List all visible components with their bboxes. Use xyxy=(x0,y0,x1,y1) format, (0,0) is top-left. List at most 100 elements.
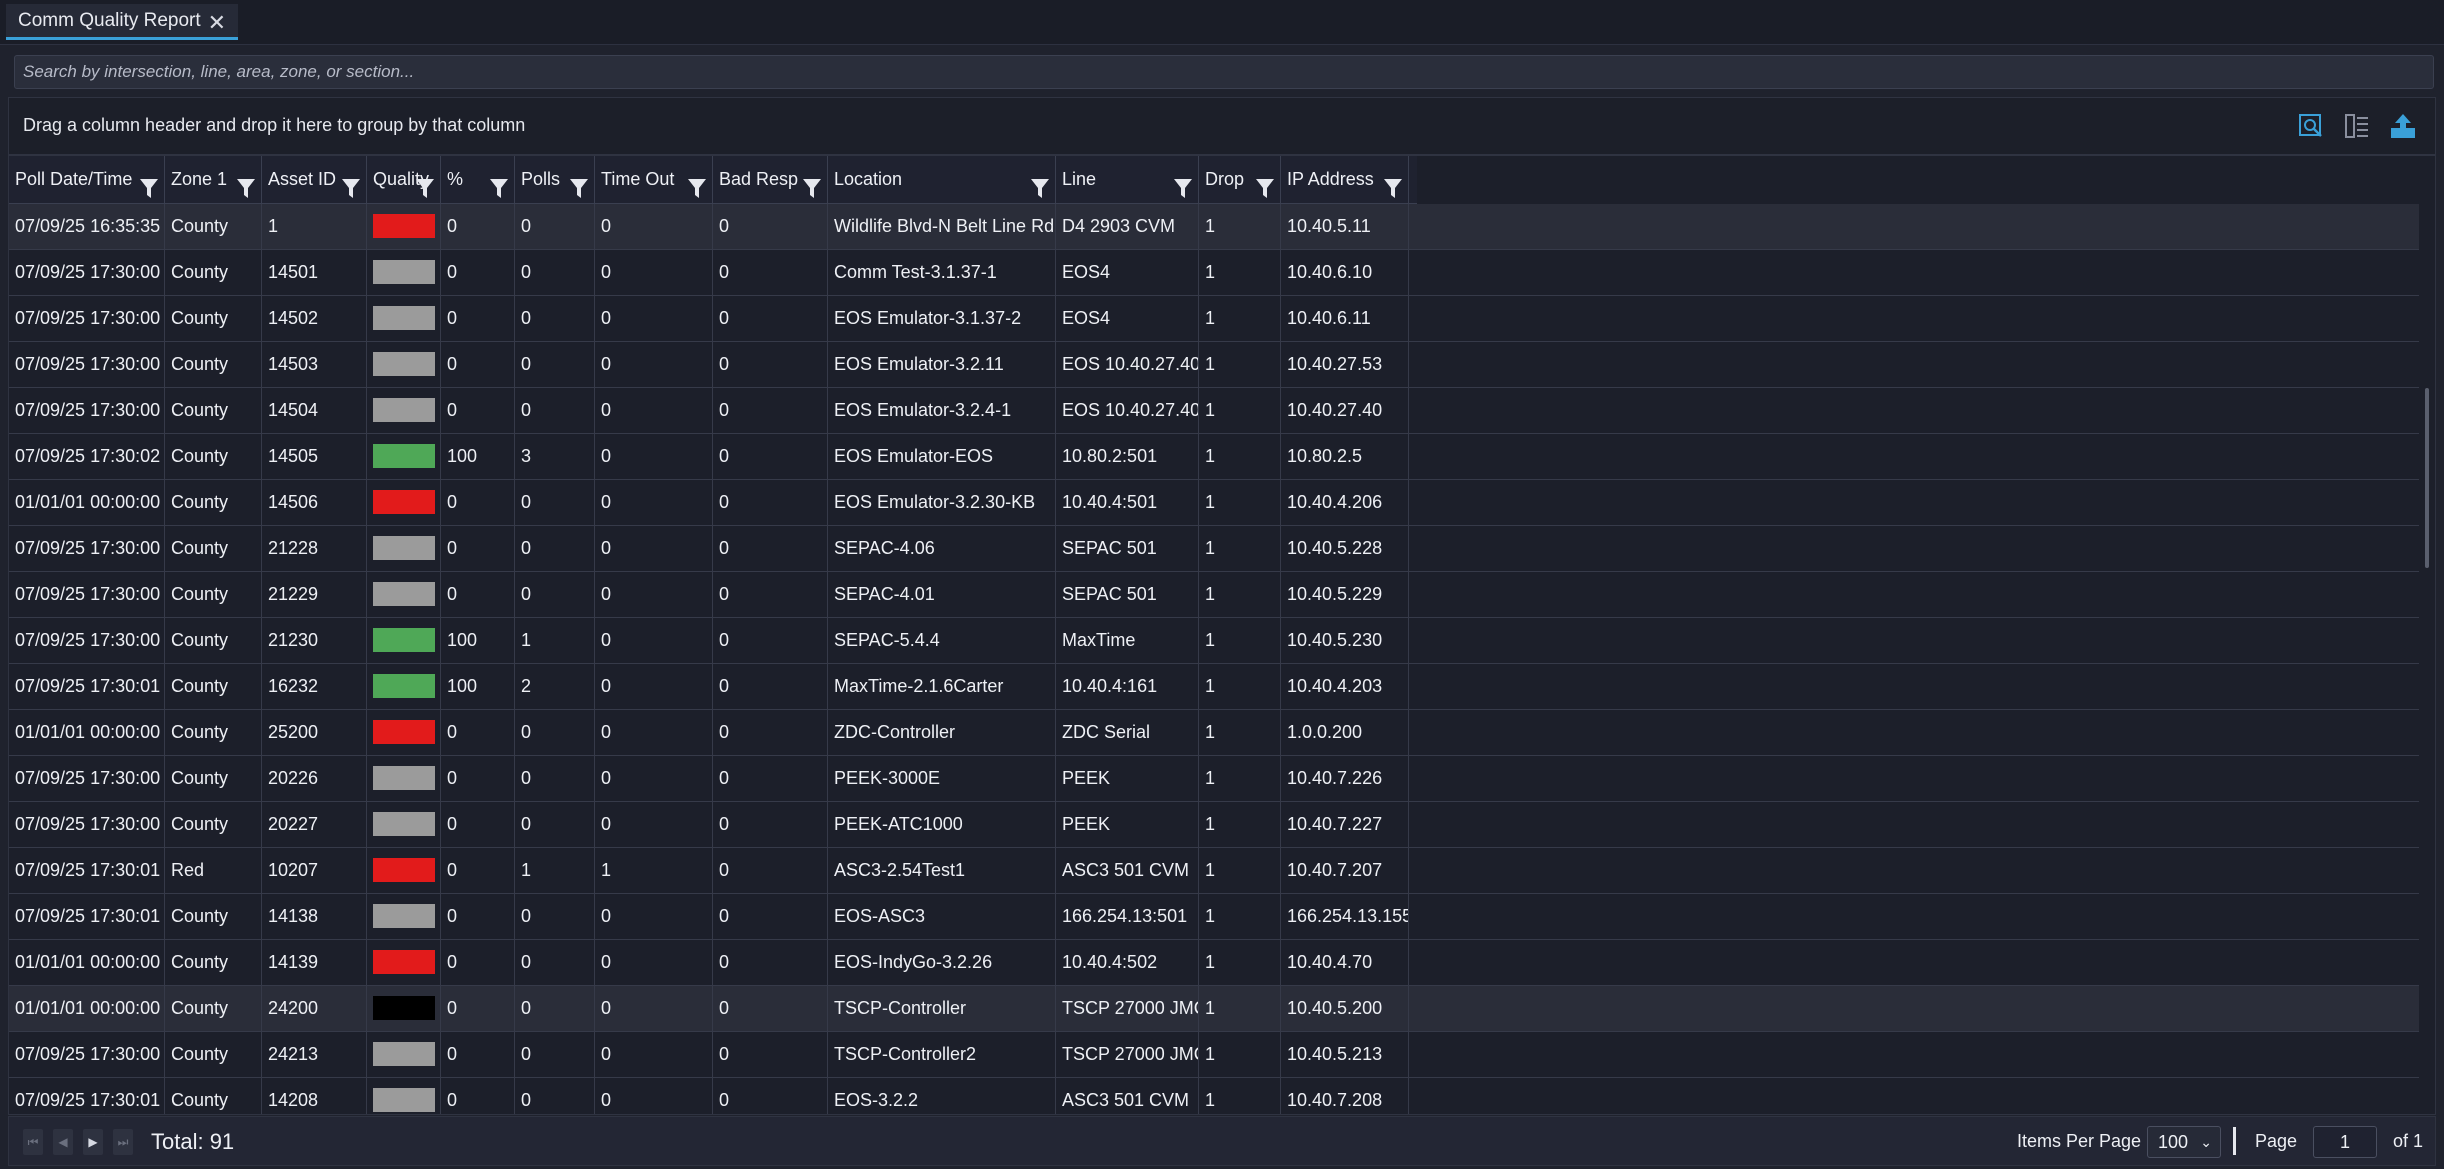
table-row[interactable]: 07/09/25 17:30:00 County 14501 0 0 0 0 Comm Tes… xyxy=(9,250,2419,296)
column-header-label: Poll Date/Time xyxy=(15,169,133,189)
table-row[interactable]: 07/09/25 17:30:02 County 14505 100 3 0 0 EOS Em… xyxy=(9,434,2419,480)
filter-icon[interactable] xyxy=(1031,170,1049,198)
table-row[interactable]: 07/09/25 17:30:01 County 14208 0 0 0 0 EOS-3.2.… xyxy=(9,1078,2419,1114)
table-row[interactable]: 07/09/25 17:30:00 County 24213 0 0 0 0 TSCP-Con… xyxy=(9,1032,2419,1078)
ip-address-cell: 10.40.5.213 xyxy=(1281,1032,1409,1077)
column-header-time-out[interactable]: Time Out xyxy=(595,156,713,203)
column-header-zone-1[interactable]: Zone 1 xyxy=(165,156,262,203)
quality-indicator xyxy=(373,213,435,238)
column-header-asset-id[interactable]: Asset ID xyxy=(262,156,367,203)
table-row[interactable]: 01/01/01 00:00:00 County 25200 0 0 0 0 ZDC-Cont… xyxy=(9,710,2419,756)
table-row[interactable]: 07/09/25 17:30:00 County 14504 0 0 0 0 EOS Emul… xyxy=(9,388,2419,434)
bad-resp-cell: 0 xyxy=(713,1078,828,1114)
last-page-button[interactable]: ⏭ xyxy=(113,1129,133,1155)
row-filler xyxy=(1409,204,2419,249)
table-row[interactable]: 07/09/25 17:30:01 County 14138 0 0 0 0 EOS-ASC3… xyxy=(9,894,2419,940)
poll-date-time-cell: 07/09/25 17:30:00 xyxy=(9,618,165,663)
polls-cell: 2 xyxy=(515,664,595,709)
location-cell: EOS Emulator-3.2.11 xyxy=(828,342,1056,387)
column-chooser-icon[interactable] xyxy=(2343,112,2371,140)
column-header-label: Asset ID xyxy=(268,169,337,189)
poll-date-time-cell: 07/09/25 17:30:00 xyxy=(9,756,165,801)
group-by-panel[interactable]: Drag a column header and drop it here to… xyxy=(8,97,2436,155)
table-row[interactable]: 01/01/01 00:00:00 County 14506 0 0 0 0 EOS Emul… xyxy=(9,480,2419,526)
zone-1-cell: County xyxy=(165,388,262,433)
column-header-ip-address[interactable]: IP Address xyxy=(1281,156,1409,203)
filter-icon[interactable] xyxy=(1256,170,1274,198)
poll-date-time-cell: 07/09/25 17:30:01 xyxy=(9,664,165,709)
next-page-button[interactable]: ▶ xyxy=(83,1129,103,1155)
drop-cell: 1 xyxy=(1199,1078,1281,1114)
table-row[interactable]: 07/09/25 16:35:35 County 1 0 0 0 0 Wildlife Blv… xyxy=(9,204,2419,250)
filter-icon[interactable] xyxy=(140,170,158,198)
table-row[interactable]: 07/09/25 17:30:01 County 16232 100 2 0 0 MaxTim… xyxy=(9,664,2419,710)
percent-cell: 0 xyxy=(441,1078,515,1114)
column-header-location[interactable]: Location xyxy=(828,156,1056,203)
table-row[interactable]: 07/09/25 17:30:00 County 14503 0 0 0 0 EOS Emul… xyxy=(9,342,2419,388)
vertical-scrollbar[interactable] xyxy=(2425,388,2429,568)
table-row[interactable]: 01/01/01 00:00:00 County 14139 0 0 0 0 EOS-Indy… xyxy=(9,940,2419,986)
drop-cell: 1 xyxy=(1199,894,1281,939)
column-header-percent[interactable]: % xyxy=(441,156,515,203)
table-row[interactable]: 07/09/25 17:30:01 Red 10207 0 1 1 0 ASC3-2.54Te… xyxy=(9,848,2419,894)
table-row[interactable]: 07/09/25 17:30:00 County 20227 0 0 0 0 PEEK-ATC… xyxy=(9,802,2419,848)
table-row[interactable]: 07/09/25 17:30:00 County 21228 0 0 0 0 SEPAC-4.… xyxy=(9,526,2419,572)
filter-icon[interactable] xyxy=(490,170,508,198)
drop-cell: 1 xyxy=(1199,342,1281,387)
bad-resp-cell: 0 xyxy=(713,1032,828,1077)
column-header-line[interactable]: Line xyxy=(1056,156,1199,203)
quality-cell xyxy=(367,572,441,617)
filter-icon[interactable] xyxy=(237,170,255,198)
items-per-page-label: Items Per Page xyxy=(2017,1131,2142,1151)
time-out-cell: 0 xyxy=(595,434,713,479)
filter-icon[interactable] xyxy=(803,170,821,198)
filter-icon[interactable] xyxy=(1174,170,1192,198)
first-page-button[interactable]: ⏮ xyxy=(23,1129,43,1155)
line-cell: EOS 10.40.27.40 xyxy=(1056,388,1199,433)
items-per-page-select[interactable]: 100 ⌄ xyxy=(2147,1126,2221,1158)
column-header-bad-resp[interactable]: Bad Resp xyxy=(713,156,828,203)
column-header-quality[interactable]: Quality xyxy=(367,156,441,203)
tab-comm-quality-report[interactable]: Comm Quality Report ✕ xyxy=(6,4,238,40)
row-filler xyxy=(1409,296,2419,341)
row-filler xyxy=(1409,1078,2419,1114)
table-row[interactable]: 01/01/01 00:00:00 County 24200 0 0 0 0 TSCP-Con… xyxy=(9,986,2419,1032)
drop-cell: 1 xyxy=(1199,572,1281,617)
table-row[interactable]: 07/09/25 17:30:00 County 20226 0 0 0 0 PEEK-300… xyxy=(9,756,2419,802)
column-header-poll-date-time[interactable]: Poll Date/Time xyxy=(9,156,165,203)
page-number-input[interactable] xyxy=(2313,1126,2377,1158)
polls-cell: 3 xyxy=(515,434,595,479)
asset-id-cell: 14504 xyxy=(262,388,367,433)
quality-indicator xyxy=(373,443,435,468)
zone-1-cell: County xyxy=(165,940,262,985)
export-icon[interactable] xyxy=(2389,112,2417,140)
search-input[interactable] xyxy=(14,55,2434,89)
table-row[interactable]: 07/09/25 17:30:00 County 14502 0 0 0 0 EOS Emul… xyxy=(9,296,2419,342)
quality-cell xyxy=(367,986,441,1031)
time-out-cell: 0 xyxy=(595,802,713,847)
drop-cell: 1 xyxy=(1199,526,1281,571)
column-header-drop[interactable]: Drop xyxy=(1199,156,1281,203)
poll-date-time-cell: 07/09/25 17:30:00 xyxy=(9,1032,165,1077)
table-row[interactable]: 07/09/25 17:30:00 County 21230 100 1 0 0 SEPAC-… xyxy=(9,618,2419,664)
close-icon[interactable]: ✕ xyxy=(208,10,226,36)
quality-indicator xyxy=(373,305,435,330)
table-row[interactable]: 07/09/25 17:30:00 County 21229 0 0 0 0 SEPAC-4.… xyxy=(9,572,2419,618)
location-cell: Comm Test-3.1.37-1 xyxy=(828,250,1056,295)
column-header-polls[interactable]: Polls xyxy=(515,156,595,203)
filter-icon[interactable] xyxy=(342,170,360,198)
poll-date-time-cell: 01/01/01 00:00:00 xyxy=(9,480,165,525)
filter-icon[interactable] xyxy=(416,170,434,198)
drop-cell: 1 xyxy=(1199,802,1281,847)
quality-cell xyxy=(367,388,441,433)
poll-date-time-cell: 01/01/01 00:00:00 xyxy=(9,710,165,755)
drop-cell: 1 xyxy=(1199,940,1281,985)
filter-icon[interactable] xyxy=(688,170,706,198)
search-grid-icon[interactable] xyxy=(2297,112,2325,140)
prev-page-button[interactable]: ◀ xyxy=(53,1129,73,1155)
percent-cell: 0 xyxy=(441,204,515,249)
filter-icon[interactable] xyxy=(1384,170,1402,198)
row-filler xyxy=(1409,434,2419,479)
filter-icon[interactable] xyxy=(570,170,588,198)
zone-1-cell: County xyxy=(165,894,262,939)
